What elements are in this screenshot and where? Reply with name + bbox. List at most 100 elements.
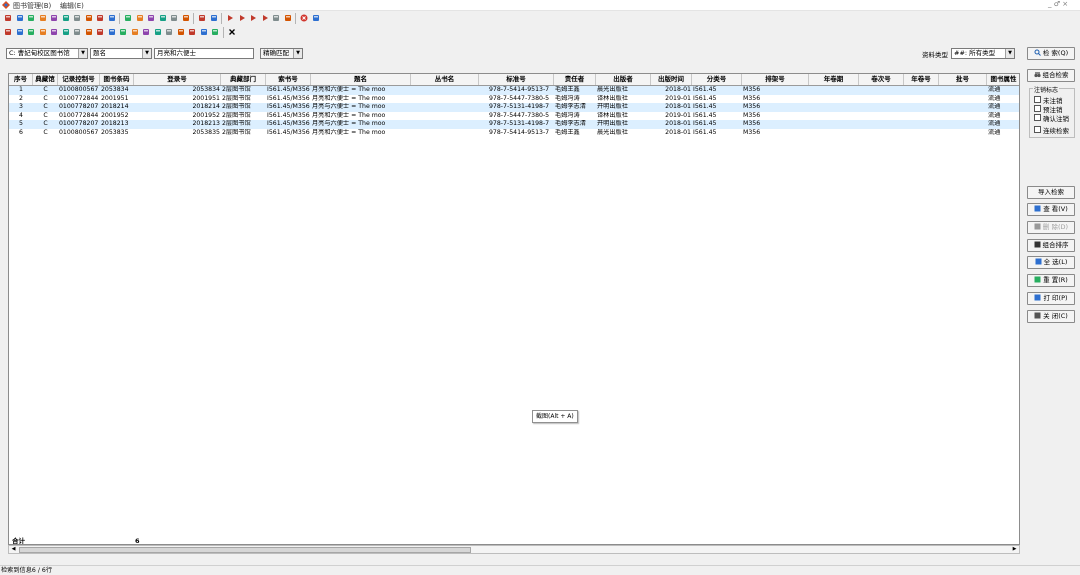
column-header[interactable]: 典藏馆 xyxy=(33,74,58,85)
chart-icon[interactable] xyxy=(38,27,48,37)
monitor-icon[interactable] xyxy=(181,13,191,23)
table-row[interactable]: 2 C 0100772844 2001951 2001951 2层图书馆 I561.45/M… xyxy=(9,95,1019,104)
pin-icon[interactable] xyxy=(153,27,163,37)
scroll-right-icon[interactable]: ▶ xyxy=(1010,546,1019,553)
book-red-icon[interactable] xyxy=(61,27,71,37)
no-icon[interactable] xyxy=(130,27,140,37)
column-header[interactable]: 图书条码 xyxy=(100,74,134,85)
paste-icon[interactable] xyxy=(123,13,133,23)
brush-icon[interactable] xyxy=(169,13,179,23)
cut-icon[interactable] xyxy=(164,27,174,37)
sidebar-button-4[interactable]: 全 选(L) xyxy=(1027,256,1075,269)
color-wheel-icon[interactable] xyxy=(49,13,59,23)
checkbox-continuous-search[interactable]: 连续检索 xyxy=(1034,125,1069,135)
field-select[interactable]: 题名 ▼ xyxy=(90,48,152,59)
book-blue-icon[interactable] xyxy=(72,27,82,37)
menu-book-management[interactable]: 图书管理(B) xyxy=(13,1,51,11)
search-input[interactable]: 月亮和六便士 xyxy=(154,48,254,59)
window-controls[interactable]: _ ♂ × xyxy=(1048,0,1068,8)
table-row[interactable]: 1 C 0100800567 2053834 2053834 2层图书馆 I561.45/M… xyxy=(9,86,1019,95)
books-icon[interactable] xyxy=(26,13,36,23)
column-header[interactable]: 图书属性 xyxy=(987,74,1019,85)
exit-icon[interactable] xyxy=(311,13,321,23)
table-cell: 月亮和六便士 = The moo xyxy=(312,86,386,93)
table-row[interactable]: 3 C 0100778207 2018214 2018214 2层图书馆 I561.45/M… xyxy=(9,103,1019,112)
window-icon[interactable] xyxy=(197,13,207,23)
stop-icon[interactable] xyxy=(299,13,309,23)
print-preview-icon[interactable] xyxy=(95,13,105,23)
grid-icon[interactable] xyxy=(15,13,25,23)
eraser-icon[interactable] xyxy=(141,27,151,37)
column-header[interactable]: 责任者 xyxy=(554,74,596,85)
results-table[interactable]: 序号 典藏馆 记录控制号 图书条码 登录号 典藏部门 索书号 题名 丛书名 标准号 责任者 出版者 出版… xyxy=(8,73,1020,545)
green-circle-icon[interactable] xyxy=(135,13,145,23)
sidebar-button-1[interactable]: 查 看(V) xyxy=(1027,203,1075,216)
table-cell xyxy=(411,95,479,104)
column-header[interactable]: 出版时间 xyxy=(651,74,692,85)
refresh-icon[interactable] xyxy=(209,13,219,23)
folder-icon[interactable] xyxy=(3,27,13,37)
sidebar-button-7[interactable]: 关 闭(C) xyxy=(1027,310,1075,323)
column-header[interactable]: 分类号 xyxy=(692,74,742,85)
sidebar-button-0[interactable]: 导入检索 xyxy=(1027,186,1075,199)
horizontal-scrollbar[interactable]: ◀ ▶ xyxy=(8,545,1020,554)
coins-icon[interactable] xyxy=(15,27,25,37)
tag-icon[interactable] xyxy=(158,13,168,23)
list-icon[interactable] xyxy=(3,13,13,23)
delete-icon[interactable] xyxy=(107,27,117,37)
last-record-icon[interactable] xyxy=(260,13,270,23)
table-row[interactable]: 6 C 0100800567 2053835 2053835 2层图书馆 I561.45/M… xyxy=(9,129,1019,138)
column-header[interactable]: 题名 xyxy=(311,74,411,85)
play-icon[interactable] xyxy=(199,27,209,37)
column-header[interactable]: 年卷号 xyxy=(904,74,939,85)
search-button[interactable]: 检 索(Q) xyxy=(1027,47,1075,60)
column-header[interactable]: 年卷期 xyxy=(809,74,859,85)
column-header[interactable]: 出版者 xyxy=(596,74,651,85)
scroll-left-icon[interactable]: ◀ xyxy=(9,546,18,553)
sidebar-button-3[interactable]: 组合排序 xyxy=(1027,239,1075,252)
grid-icon[interactable] xyxy=(187,27,197,37)
next-record-icon[interactable] xyxy=(248,13,258,23)
combo-search-button[interactable]: 组合检索 xyxy=(1027,69,1075,82)
column-header[interactable]: 记录控制号 xyxy=(58,74,100,85)
shield-icon[interactable] xyxy=(49,27,59,37)
sidebar-button-5[interactable]: 重 置(R) xyxy=(1027,274,1075,287)
export-icon[interactable] xyxy=(271,13,281,23)
arrows-icon[interactable] xyxy=(84,27,94,37)
column-header[interactable]: 序号 xyxy=(9,74,33,85)
gift-icon[interactable] xyxy=(26,27,36,37)
close-icon[interactable] xyxy=(227,27,237,37)
search-doc-icon[interactable] xyxy=(84,13,94,23)
column-header[interactable]: 登录号 xyxy=(134,74,221,85)
column-header[interactable]: 索书号 xyxy=(266,74,311,85)
column-header[interactable]: 丛书名 xyxy=(411,74,479,85)
sidebar-button-2[interactable]: 删 除(D) xyxy=(1027,221,1075,234)
tree-icon[interactable] xyxy=(38,13,48,23)
trash-icon[interactable] xyxy=(118,27,128,37)
type-select[interactable]: ##: 所有类型 ▼ xyxy=(951,48,1015,59)
money-icon[interactable] xyxy=(146,13,156,23)
library-select[interactable]: C: 曹妃甸校区图书馆 ▼ xyxy=(6,48,88,59)
table-row[interactable]: 5 C 0100778207 2018213 2018213 2层图书馆 I561.45/M… xyxy=(9,120,1019,129)
wrench-icon[interactable] xyxy=(95,27,105,37)
doc-icon[interactable] xyxy=(61,13,71,23)
menu-edit[interactable]: 编辑(E) xyxy=(60,1,84,11)
column-header[interactable]: 典藏部门 xyxy=(221,74,266,85)
table-row[interactable]: 4 C 0100772844 2001952 2001952 2层图书馆 I561.45/M… xyxy=(9,111,1019,121)
barcode-icon[interactable] xyxy=(72,13,82,23)
checkbox-confirmed-cancelled[interactable]: 确认注销 xyxy=(1034,113,1069,123)
image-icon[interactable] xyxy=(283,13,293,23)
first-record-icon[interactable] xyxy=(225,13,235,23)
column-header[interactable]: 卷次号 xyxy=(859,74,904,85)
match-select[interactable]: 精确匹配 ▼ xyxy=(260,48,303,59)
sidebar-button-6[interactable]: 打 印(P) xyxy=(1027,292,1075,305)
copy-icon[interactable] xyxy=(107,13,117,23)
tag-icon[interactable] xyxy=(176,27,186,37)
table-cell: 978-7-5447-7380-5 xyxy=(489,111,550,119)
save-icon[interactable] xyxy=(210,27,220,37)
prev-record-icon[interactable] xyxy=(237,13,247,23)
column-header[interactable]: 标准号 xyxy=(479,74,554,85)
column-header[interactable]: 批号 xyxy=(939,74,987,85)
scroll-thumb[interactable] xyxy=(19,547,471,553)
column-header[interactable]: 排架号 xyxy=(742,74,809,85)
